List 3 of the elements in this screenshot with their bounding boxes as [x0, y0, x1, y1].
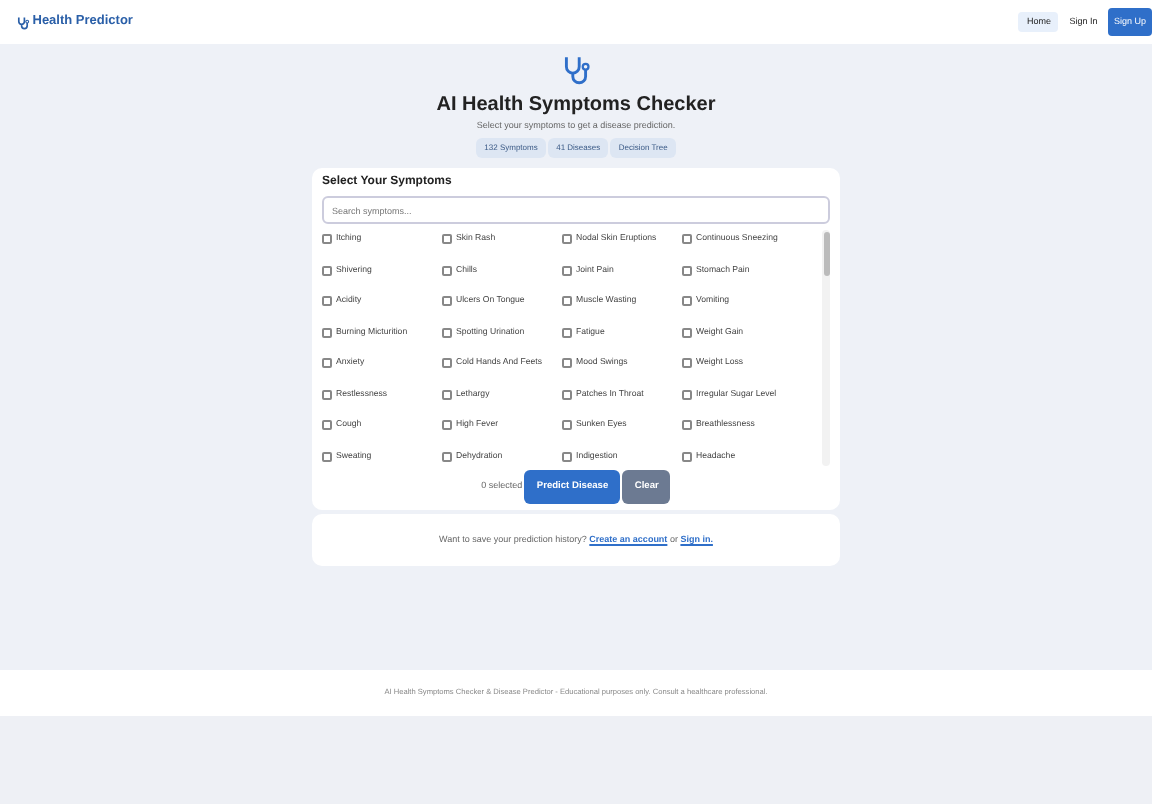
stethoscope-icon: [560, 54, 592, 86]
stethoscope-icon: [16, 15, 30, 29]
page-title: AI Health Symptoms Checker: [436, 93, 716, 118]
